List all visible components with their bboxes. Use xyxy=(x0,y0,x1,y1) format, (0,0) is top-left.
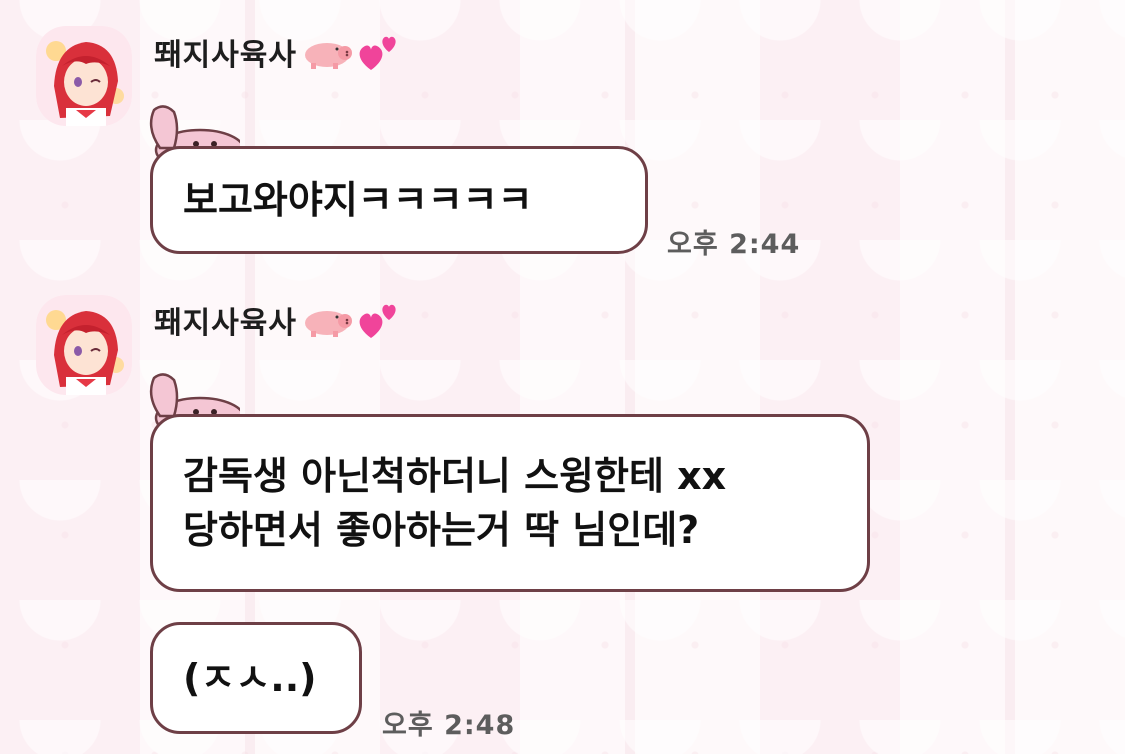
message-text: 보고와야지ㅋㅋㅋㅋㅋ xyxy=(183,178,533,222)
sender-name-text: 뙈지사육사 xyxy=(154,306,297,341)
sender-name-text: 뙈지사육사 xyxy=(154,38,297,73)
two-hearts-icon xyxy=(357,30,401,74)
message-timestamp: 오후 2:48 xyxy=(382,710,516,741)
pig-icon xyxy=(301,35,353,69)
message-timestamp: 오후 2:44 xyxy=(667,229,801,260)
sender-name: 뙈지사육사 xyxy=(154,298,401,342)
message-text: (ㅈㅅ..) xyxy=(183,656,317,700)
pig-icon xyxy=(301,303,353,337)
message-bubble[interactable]: 보고와야지ㅋㅋㅋㅋㅋ xyxy=(150,146,648,254)
message-bubble[interactable]: (ㅈㅅ..) xyxy=(150,622,362,734)
avatar[interactable] xyxy=(36,26,132,126)
avatar[interactable] xyxy=(36,295,132,395)
two-hearts-icon xyxy=(357,298,401,342)
sender-name: 뙈지사육사 xyxy=(154,30,401,74)
message-text: 감독생 아닌척하더니 스윙한테 xx 당하면서 좋아하는거 딱 님인데? xyxy=(183,454,727,552)
message-bubble[interactable]: 감독생 아닌척하더니 스윙한테 xx 당하면서 좋아하는거 딱 님인데? xyxy=(150,414,870,592)
